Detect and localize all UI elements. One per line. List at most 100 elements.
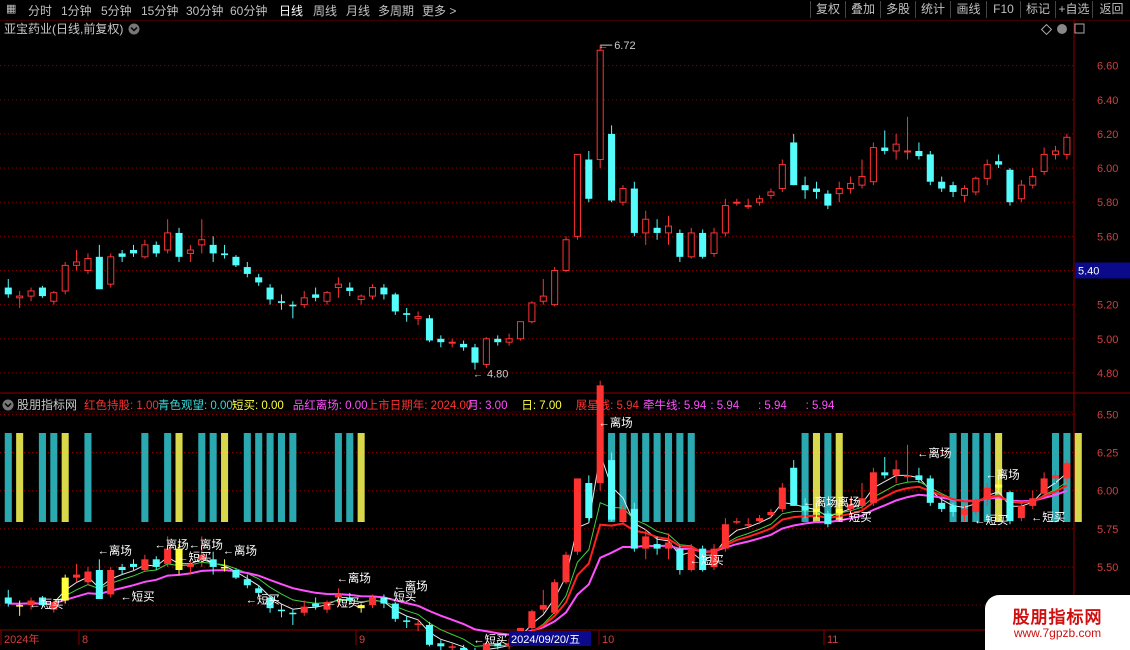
- zone-bar: [664, 433, 673, 522]
- indicator-candle: [414, 618, 422, 632]
- candle: [687, 227, 695, 259]
- candle: [323, 290, 331, 305]
- period-tab[interactable]: 5分钟: [101, 2, 132, 19]
- chevron-down-icon[interactable]: [128, 23, 140, 35]
- period-tab[interactable]: 多周期: [378, 2, 414, 19]
- candle: [73, 250, 81, 271]
- indicator-legend-item: : 5.94: [806, 400, 835, 412]
- time-axis: 2024年 8 9 2024/09/20/五 10 11: [0, 630, 838, 646]
- indicator-candle: [892, 460, 900, 483]
- indicator-candle: [152, 556, 160, 570]
- indicator-legend-item: : 5.94: [758, 400, 787, 412]
- zone-bar: [209, 433, 217, 522]
- candle: [812, 181, 820, 199]
- candle: [414, 311, 422, 326]
- candle: [198, 219, 206, 254]
- candle: [539, 279, 547, 305]
- zone-bar: [141, 433, 149, 522]
- toolbar-button[interactable]: 画线: [950, 1, 986, 18]
- candle: [676, 229, 684, 262]
- candle: [164, 219, 172, 254]
- period-tab[interactable]: 日线: [279, 2, 303, 19]
- toolbar-button[interactable]: 多股: [880, 1, 915, 18]
- toolbar-button[interactable]: F10: [986, 1, 1020, 18]
- period-tab[interactable]: 周线: [313, 2, 337, 19]
- indicator-legend-item: 上市日期年: 2024.00: [367, 398, 472, 412]
- candle: [938, 176, 946, 192]
- candle: [391, 292, 399, 315]
- indicator-candle: [1017, 501, 1025, 522]
- candle: [471, 343, 479, 370]
- indicator-candle: [596, 380, 604, 491]
- buy-signal: ←短买: [177, 550, 212, 564]
- indicator-legend-item: 牵牛线: 5.94: [643, 398, 707, 412]
- period-tab[interactable]: 分时: [28, 2, 52, 19]
- candle: [710, 227, 718, 257]
- candle: [664, 215, 673, 245]
- candle: [118, 250, 126, 262]
- zone-bar: [221, 433, 229, 522]
- indicator-candle: [585, 475, 593, 522]
- candle: [949, 181, 957, 198]
- indicator-candle: [528, 609, 536, 630]
- diamond-icon[interactable]: [1040, 23, 1053, 36]
- zone-bar: [277, 433, 285, 522]
- toolbar-button[interactable]: 复权: [810, 1, 845, 18]
- candle: [346, 282, 354, 297]
- expand-icon[interactable]: [1074, 23, 1085, 34]
- period-tab[interactable]: 更多 >: [422, 2, 456, 19]
- toolbar-button[interactable]: 标记: [1020, 1, 1055, 18]
- indicator-legend-item: 青色观望: 0.00: [158, 398, 233, 412]
- candle: [1006, 168, 1014, 206]
- time-axis-label: 10: [602, 634, 614, 646]
- toolbar-button[interactable]: 返回: [1092, 1, 1130, 18]
- leave-signal: ←离场: [188, 538, 223, 552]
- indicator-candle: [721, 518, 729, 552]
- buy-signal: ←短买: [974, 513, 1009, 527]
- period-tab[interactable]: 月线: [346, 2, 370, 19]
- candle: [186, 244, 194, 262]
- indicator-candle: [300, 600, 308, 616]
- candle: [653, 219, 661, 240]
- indicator-title: 股朋指标网: [17, 397, 77, 412]
- buy-signal: ←短买: [837, 510, 872, 524]
- candle: [972, 176, 980, 196]
- candle: [824, 190, 832, 210]
- candle: [1063, 133, 1071, 160]
- period-tab[interactable]: 1分钟: [61, 2, 92, 19]
- zone-bar: [198, 433, 206, 522]
- indicator-legend: 股朋指标网 红色持股: 1.00 青色观望: 0.00 短买: 0.00 品红离场: 0…: [2, 397, 835, 412]
- top-toolbar: 分时 1分钟 5分钟 15分钟 30分钟 60分钟 日线 周线 月线 多周期 更多 > ▦ 复权 叠加 多股…: [0, 0, 1130, 21]
- layout-icon[interactable]: ▦: [6, 2, 16, 15]
- settings-icon[interactable]: [1057, 24, 1067, 34]
- indicator-candle: [562, 551, 570, 584]
- candle: [152, 241, 160, 257]
- zone-bar: [255, 433, 263, 522]
- stock-title: 亚宝药业(日线,前复权): [4, 21, 123, 36]
- candle: [596, 45, 604, 169]
- period-tab[interactable]: 60分钟: [230, 2, 267, 19]
- candle: [926, 150, 934, 186]
- period-tab[interactable]: 15分钟: [141, 2, 178, 19]
- leave-signal: ←离场: [598, 416, 633, 430]
- price-axis-tick: 5.80: [1097, 197, 1118, 209]
- indicator-candle: [926, 475, 934, 506]
- kline-chart[interactable]: 6.60 6.40 6.20 6.00 5.80 5.60 5.40 5.20 5.00 4.80…: [0, 20, 1130, 650]
- candle: [573, 153, 581, 240]
- candle: [869, 142, 877, 186]
- time-axis-label: 2024/09/20/五: [511, 634, 580, 646]
- candle: [369, 284, 377, 300]
- main-candles: [4, 45, 1071, 370]
- candle: [50, 290, 58, 305]
- toolbar-button[interactable]: 叠加: [845, 1, 880, 18]
- toolbar-button[interactable]: 统计: [915, 1, 950, 18]
- chevron-down-icon[interactable]: [2, 399, 14, 411]
- low-marker: ← 4.80: [473, 369, 508, 381]
- indicator-axis-tick: 6.00: [1097, 486, 1118, 498]
- indicator-candle: [403, 615, 411, 628]
- indicator-legend-item: 月: 3.00: [467, 400, 507, 412]
- period-tab[interactable]: 30分钟: [186, 2, 223, 19]
- toolbar-button[interactable]: +自选: [1055, 1, 1092, 18]
- candle: [266, 284, 274, 305]
- zone-bar: [164, 433, 172, 522]
